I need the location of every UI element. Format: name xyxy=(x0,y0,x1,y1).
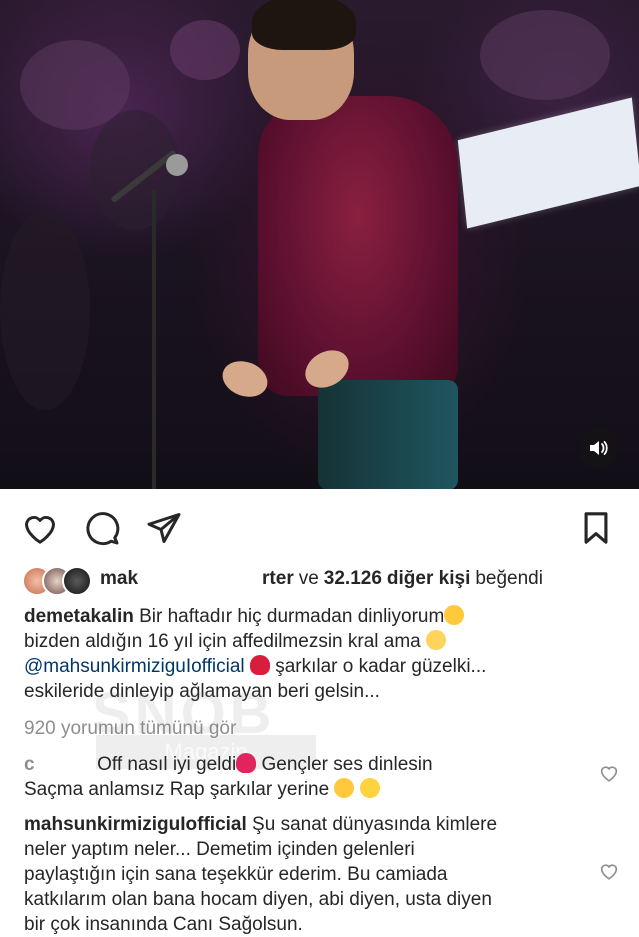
likes-row[interactable]: mak rter ve 32.126 diğer kişi beğendi xyxy=(22,562,543,596)
likes-verb: beğendi xyxy=(475,568,543,589)
liker-name-prefix[interactable]: mak xyxy=(100,568,138,590)
caption-line-3: şarkılar o kadar güzelki... xyxy=(275,656,487,677)
heart-icon[interactable] xyxy=(20,508,60,548)
comment-text-line-3: paylaştığın için sana teşekkür ederim. B… xyxy=(24,864,448,885)
comment-2: mahsunkirmiziguIofficial Şu sanat dünyas… xyxy=(24,812,584,937)
comment-text: Şu sanat dünyasında kimlere xyxy=(252,814,498,835)
post-caption: demetakalin Bir haftadır hiç durmadan di… xyxy=(24,604,624,704)
comment-icon[interactable] xyxy=(82,508,122,548)
kissing-face-icon xyxy=(334,778,355,798)
comment-text-line-2: neler yaptım neler... Demetim içinden ge… xyxy=(24,839,415,860)
bookmark-icon[interactable] xyxy=(576,508,616,548)
comment-like-heart-icon[interactable] xyxy=(599,862,619,882)
comment-username[interactable]: mahsunkirmiziguIofficial xyxy=(24,814,247,835)
liker-avatars xyxy=(22,564,94,596)
likes-rest[interactable]: diğer kişi xyxy=(387,568,470,590)
caption-mention[interactable]: @mahsunkirmiziguIofficial xyxy=(24,656,245,677)
post-actions xyxy=(0,496,639,556)
comment-text: Off nasıl iyi geldi xyxy=(97,754,237,775)
caption-line-4: eskileride dinleyip ağlamayan beri gelsi… xyxy=(24,681,380,702)
post-video[interactable] xyxy=(0,0,639,489)
performer xyxy=(258,96,458,396)
comment-text-line-2: Saçma anlamsız Rap şarkılar yerine xyxy=(24,779,330,800)
comment-text-rest: Gençler ses dinlesin xyxy=(261,754,433,775)
music-sheet xyxy=(457,97,639,229)
smiling-face-hearts-icon xyxy=(444,605,465,625)
comment-text-line-4: katkılarım olan bana hocam diyen, abi di… xyxy=(24,889,492,910)
speaker-icon[interactable] xyxy=(578,428,618,468)
caption-line-2: bizden aldığın 16 yıl için affedilmezsin… xyxy=(24,631,421,652)
likes-count[interactable]: 32.126 xyxy=(324,568,382,590)
comment-text-line-5: bir çok insanında Canı Sağolsun. xyxy=(24,914,303,935)
caption-username[interactable]: demetakalin xyxy=(24,606,134,627)
rose-icon xyxy=(249,655,270,675)
grinning-face-icon xyxy=(359,778,380,798)
caption-line-1: Bir haftadır hiç durmadan dinliyorum xyxy=(139,606,445,627)
comment-1: c Off nasıl iyi geldi Gençler ses dinles… xyxy=(24,752,584,802)
red-heart-icon xyxy=(236,753,257,773)
pleading-face-icon xyxy=(426,630,447,650)
mic-stand xyxy=(152,190,156,489)
comment-like-heart-icon[interactable] xyxy=(599,764,619,784)
liker-name-suffix[interactable]: rter xyxy=(262,568,294,590)
comment-username[interactable]: c xyxy=(24,754,35,775)
send-icon[interactable] xyxy=(144,508,184,548)
microphone xyxy=(166,154,188,176)
likes-connector: ve xyxy=(298,568,319,589)
avatar xyxy=(62,566,92,596)
